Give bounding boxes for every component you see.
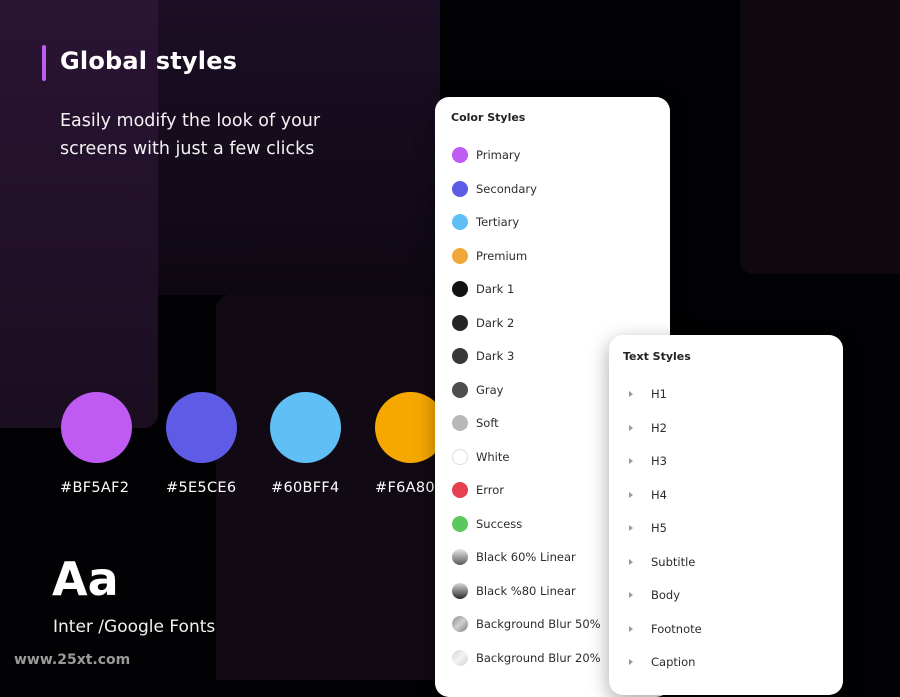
text-style-item[interactable]: Subtitle [629, 554, 695, 570]
watermark: www.25xt.com [14, 652, 131, 668]
swatch-label-premium: #F6A800 [375, 480, 445, 496]
color-dot-icon [452, 549, 468, 565]
swatch-label-primary: #BF5AF2 [60, 480, 130, 496]
text-style-item[interactable]: Caption [629, 654, 695, 670]
color-dot-icon [452, 314, 468, 331]
text-style-label: H2 [651, 420, 667, 435]
font-sample: Aa [52, 552, 119, 606]
color-style-label: Secondary [476, 181, 537, 196]
text-style-label: Subtitle [651, 554, 696, 569]
caret-right-icon[interactable] [629, 592, 633, 598]
color-style-item[interactable]: Dark 2 [452, 313, 514, 333]
color-style-item[interactable]: Black %80 Linear [452, 581, 576, 601]
color-style-item[interactable]: Primary [452, 145, 520, 165]
text-style-item[interactable]: H3 [629, 453, 667, 469]
swatch-label-secondary: #5E5CE6 [166, 480, 237, 496]
color-dot-icon [452, 616, 468, 632]
color-styles-title: Color Styles [451, 111, 526, 124]
text-style-label: H5 [651, 521, 667, 535]
color-dot-icon [452, 281, 468, 297]
color-style-item[interactable]: Black 60% Linear [452, 547, 576, 567]
color-style-label: Black %80 Linear [476, 583, 576, 598]
text-style-item[interactable]: Footnote [629, 621, 702, 637]
caret-right-icon[interactable] [629, 491, 633, 498]
color-dot-icon [452, 448, 468, 465]
color-style-item[interactable]: Background Blur 50% [452, 614, 601, 634]
text-style-item[interactable]: H1 [629, 386, 667, 402]
color-style-item[interactable]: Tertiary [452, 212, 519, 232]
color-style-label: Dark 1 [476, 282, 515, 296]
color-dot-icon [452, 582, 468, 599]
background-panel-right [740, 0, 900, 274]
color-style-label: Premium [476, 248, 528, 263]
color-style-item[interactable]: Soft [452, 413, 499, 433]
swatch-tertiary [270, 392, 341, 463]
color-style-label: Soft [476, 416, 499, 430]
caret-right-icon[interactable] [629, 625, 633, 632]
title-accent-bar [42, 45, 46, 81]
text-styles-title: Text Styles [623, 350, 691, 363]
color-style-label: Success [476, 516, 523, 531]
color-dot-icon [452, 381, 468, 398]
color-style-item[interactable]: White [452, 447, 509, 467]
text-style-label: Footnote [651, 621, 702, 636]
caret-right-icon[interactable] [629, 558, 633, 565]
color-dot-icon [452, 482, 468, 498]
color-dot-icon [452, 180, 468, 197]
color-style-label: Primary [476, 148, 521, 162]
caret-right-icon[interactable] [629, 424, 633, 431]
color-style-item[interactable]: Secondary [452, 179, 537, 199]
color-style-item[interactable]: Error [452, 480, 504, 500]
swatch-secondary [166, 392, 237, 463]
text-style-label: H4 [651, 487, 667, 502]
color-style-item[interactable]: Dark 3 [452, 346, 514, 366]
color-style-label: Error [476, 483, 505, 497]
color-style-item[interactable]: Background Blur 20% [452, 648, 601, 668]
color-style-label: Black 60% Linear [476, 550, 576, 564]
page-title: Global styles [60, 47, 238, 75]
text-style-label: H3 [651, 454, 667, 468]
color-style-label: White [476, 449, 510, 464]
color-dot-icon [452, 214, 468, 230]
color-style-label: Dark 2 [476, 315, 515, 330]
text-style-item[interactable]: H5 [629, 520, 667, 536]
caret-right-icon[interactable] [629, 391, 633, 397]
text-style-label: Caption [651, 655, 696, 669]
text-style-label: H1 [651, 387, 667, 401]
color-style-label: Background Blur 20% [476, 650, 601, 665]
swatch-label-tertiary: #60BFF4 [271, 480, 340, 496]
color-dot-icon [452, 147, 468, 163]
color-dot-icon [452, 247, 468, 264]
color-dot-icon [452, 415, 468, 431]
text-style-item[interactable]: H2 [629, 420, 667, 436]
caret-right-icon[interactable] [629, 458, 633, 464]
color-style-item[interactable]: Success [452, 514, 522, 534]
color-dot-icon [452, 515, 468, 532]
swatch-primary [61, 392, 132, 463]
color-style-label: Tertiary [476, 215, 520, 229]
color-style-item[interactable]: Dark 1 [452, 279, 514, 299]
color-style-label: Dark 3 [476, 349, 515, 363]
color-style-item[interactable]: Premium [452, 246, 527, 266]
text-style-label: Body [651, 588, 681, 602]
color-dot-icon [452, 348, 468, 364]
color-dot-icon [452, 649, 468, 666]
font-name-label: Inter /Google Fonts [53, 617, 216, 637]
caret-right-icon[interactable] [629, 659, 633, 665]
caret-right-icon[interactable] [629, 525, 633, 531]
color-style-label: Gray [476, 382, 504, 397]
color-style-label: Background Blur 50% [476, 617, 601, 631]
text-style-item[interactable]: H4 [629, 487, 667, 503]
text-styles-panel: Text Styles H1 H2 H3 H4 H5 Subtitle Body Footno… [609, 335, 843, 695]
color-style-item[interactable]: Gray [452, 380, 504, 400]
page-subtitle: Easily modify the look of your screens w… [60, 111, 321, 159]
text-style-item[interactable]: Body [629, 587, 680, 603]
